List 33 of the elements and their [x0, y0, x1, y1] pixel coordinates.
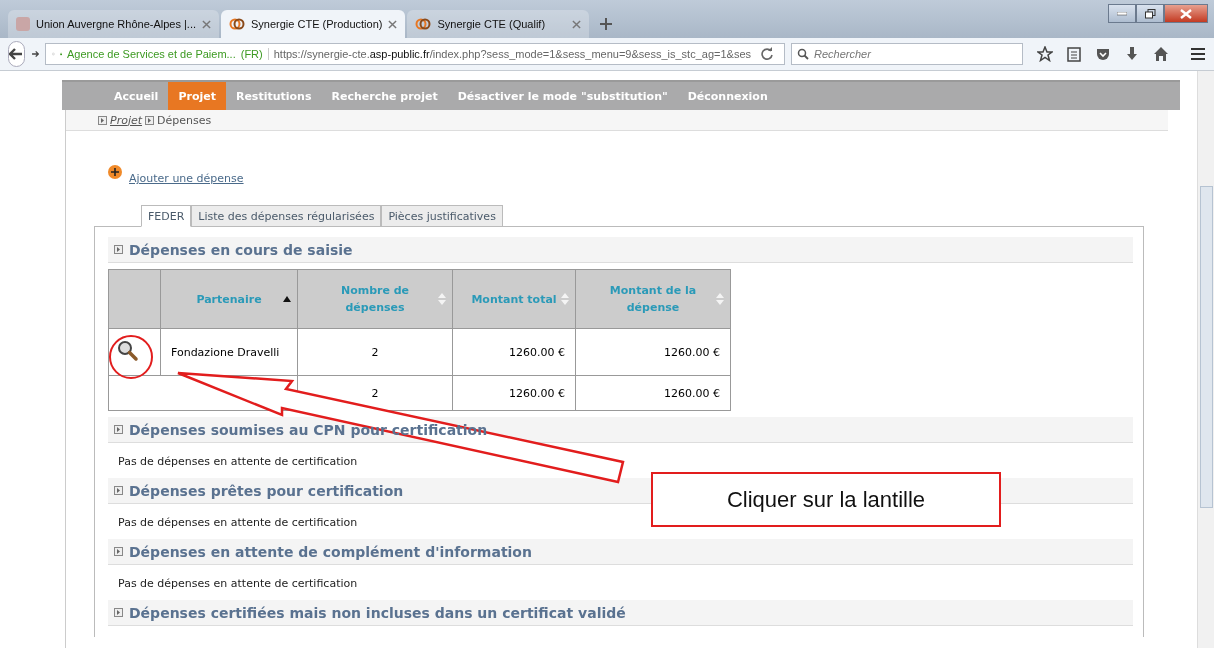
content-tab[interactable]: Pièces justificatives — [381, 205, 503, 227]
table-cell: 1260.00 € — [575, 375, 731, 411]
section-title[interactable]: Dépenses en attente de complément d'information — [129, 543, 532, 560]
site-identity: Agence de Services et de Paiem... — [66, 48, 236, 60]
content-tab[interactable]: Liste des dépenses régularisées — [191, 205, 382, 227]
search-field[interactable]: Rechercher — [791, 43, 1023, 65]
breadcrumb-link[interactable]: Projet — [110, 113, 143, 127]
table-cell: 1260.00 € — [452, 328, 576, 376]
menu-item[interactable]: Restitutions — [225, 82, 322, 110]
menu-item[interactable]: Recherche projet — [321, 82, 448, 110]
section-title[interactable]: Dépenses en cours de saisie — [129, 241, 353, 258]
browser-tab[interactable]: Synergie CTE (Production) — [221, 10, 406, 38]
section-title[interactable]: Dépenses prêtes pour certification — [129, 482, 404, 499]
add-link[interactable]: Ajouter une dépense — [129, 172, 244, 185]
empty-message: Pas de dépenses en attente de certification — [117, 515, 359, 531]
section-title[interactable]: Dépenses certifiées mais non incluses dans un certificat validé — [129, 604, 626, 621]
menu-item[interactable]: Désactiver le mode "substitution" — [447, 82, 678, 110]
empty-message: Pas de dépenses en attente de certification — [117, 576, 359, 592]
menu-item[interactable]: Déconnexion — [677, 82, 778, 110]
table-cell: 2 — [297, 328, 453, 376]
callout-box: Cliquer sur la lantille — [651, 472, 1001, 527]
breadcrumb-current: Dépenses — [157, 113, 212, 127]
menu-item[interactable]: Projet — [168, 82, 226, 110]
empty-message: Pas de dépenses en attente de certification — [117, 454, 359, 470]
browser-tab[interactable]: Synergie CTE (Qualif) — [407, 10, 590, 38]
address-bar[interactable]: Agence de Services et de Paiem... (FR) https://synergie-cte.asp-public.fr/index.php?sess_mode=1&sess_menu=9&sess_is_stc_ag=1&ses — [45, 43, 785, 65]
browser-tab[interactable]: Union Auvergne Rhône-Alpes |... — [8, 10, 219, 38]
menu-item[interactable]: Accueil — [104, 82, 169, 110]
url-text: https://synergie-cte.asp-public.fr/index.php?sess_mode=1&sess_menu=9&sess_is_stc_ag=1&ses — [267, 48, 751, 60]
table-cell: 1260.00 € — [575, 328, 731, 376]
content-tab[interactable]: FEDER — [141, 205, 192, 227]
table-cell: 1260.00 € — [452, 375, 576, 411]
site-country: (FR) — [240, 48, 263, 60]
